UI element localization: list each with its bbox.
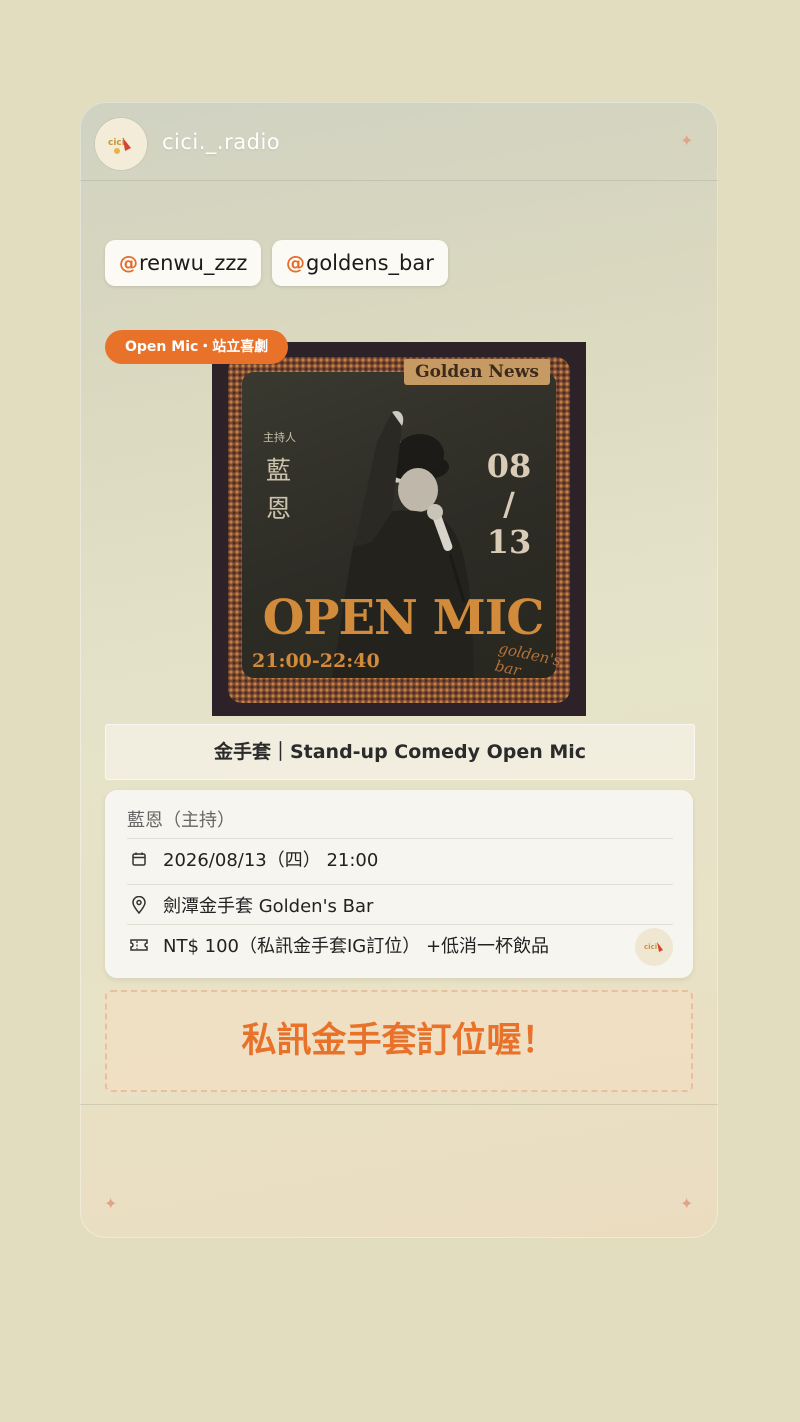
mention-handle: renwu_zzz [139,251,248,275]
event-poster: Golden News 主持人 藍恩 08 / 13 OPEN MIC 21:0… [212,342,586,716]
poster-date-day: 13 [486,523,532,561]
poster-date-slash: / [503,485,515,523]
mini-avatar: cici [635,928,673,966]
story-header: cici cici._.radio ✦ [80,102,718,181]
avatar[interactable]: cici [95,118,147,170]
event-datetime: 2026/08/13（四） 21:00 [163,850,379,871]
poster-headline: OPEN MIC [262,590,545,646]
event-datetime-row: 2026/08/13（四） 21:00 [127,838,673,879]
sparkle-icon: ✦ [104,1194,118,1213]
divider [80,1104,718,1105]
story-card: cici cici._.radio ✦ @ renwu_zzz @ golden… [80,102,718,1238]
poster-date-month: 08 [486,447,532,485]
event-price-row: NT$ 100（私訊金手套IG訂位） +低消一杯飲品 [127,924,673,965]
event-host: 藍恩（主持） [127,810,235,831]
poster-host-label: 主持人 [263,431,296,444]
poster-banner: Golden News [404,359,550,385]
username[interactable]: cici._.radio [162,130,280,154]
mention-handle: goldens_bar [306,251,434,275]
ticket-icon [127,935,151,955]
threads-icon: @ [119,252,138,274]
poster-host-name: 藍恩 [266,456,292,523]
cta-banner: 私訊金手套訂位喔！ [105,990,693,1092]
mention-sticker[interactable]: @ renwu_zzz [105,240,262,286]
threads-icon: @ [286,252,305,274]
event-info-card: 藍恩（主持） 2026/08/13（四） 21:00 劍潭金手套 Golden'… [105,790,693,978]
svg-text:cici: cici [108,138,125,148]
mention-sticker[interactable]: @ goldens_bar [272,240,448,286]
location-pin-icon [127,895,151,915]
event-price: NT$ 100（私訊金手套IG訂位） +低消一杯飲品 [163,936,550,957]
event-title: 金手套｜Stand-up Comedy Open Mic [105,724,695,780]
poster-time: 21:00-22:40 [252,650,380,672]
sparkle-icon: ✦ [680,131,694,150]
sparkle-icon: ✦ [680,1194,694,1213]
calendar-icon [127,849,151,869]
poster-date: 08 / 13 [474,447,544,561]
category-tag: Open Mic・站立喜劇 [105,330,289,364]
svg-text:cici: cici [644,943,657,951]
event-location-row: 劍潭金手套 Golden's Bar [127,884,673,925]
event-location: 劍潭金手套 Golden's Bar [163,896,374,917]
